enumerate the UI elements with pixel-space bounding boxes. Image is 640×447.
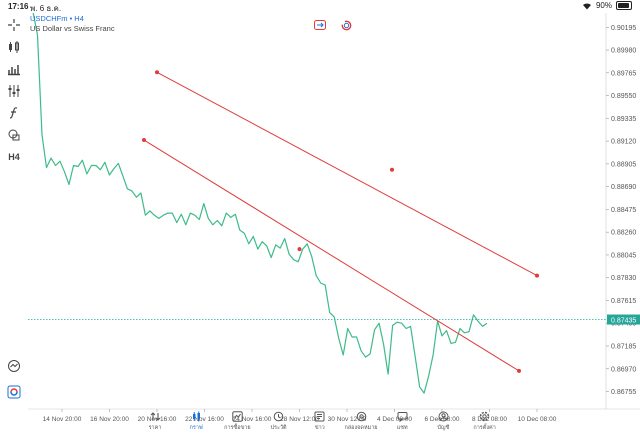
trade-chart-icon bbox=[215, 408, 259, 422]
tab-history[interactable]: ประวัติ bbox=[257, 408, 301, 432]
price-chart[interactable]: 0.90195 0.89980 0.89765 0.89550 0.89335 0.891… bbox=[28, 13, 640, 435]
history-icon bbox=[257, 408, 301, 422]
trendline-anchor bbox=[535, 273, 539, 278]
chart-top-buttons bbox=[314, 20, 352, 30]
battery-percent: 90% bbox=[595, 1, 612, 10]
refresh-icon[interactable] bbox=[340, 20, 352, 30]
left-toolbar: H4 bbox=[0, 13, 28, 435]
trendline-anchor bbox=[155, 70, 159, 75]
trendline bbox=[143, 139, 520, 372]
arrows-updown-icon bbox=[133, 408, 177, 422]
battery-icon bbox=[616, 1, 632, 10]
tab-label: แชท bbox=[396, 425, 408, 431]
tab-label: กราฟ bbox=[189, 425, 203, 431]
time-tick-label: 10 Dec 08:00 bbox=[518, 416, 557, 423]
price-tick-label: 0.86755 bbox=[611, 389, 636, 396]
trendline-anchor bbox=[517, 368, 521, 373]
switch-chart-icon[interactable] bbox=[314, 20, 326, 30]
candlestick-icon bbox=[174, 408, 218, 422]
status-right: 90% bbox=[582, 1, 632, 10]
settings-icon bbox=[463, 408, 507, 422]
news-icon bbox=[298, 408, 342, 422]
price-tick-label: 0.86970 bbox=[611, 366, 636, 373]
current-price-label: 0.87435 bbox=[611, 318, 636, 325]
tab-label: ราคา bbox=[148, 425, 162, 431]
tab-trade-chart[interactable]: การซื้อขาย bbox=[215, 408, 259, 432]
price-series-line bbox=[32, 13, 488, 394]
chat-icon bbox=[380, 408, 424, 422]
price-tick-label: 0.89765 bbox=[611, 70, 636, 77]
objects-icon[interactable] bbox=[6, 127, 22, 143]
wifi-icon bbox=[582, 2, 591, 10]
trade-signal-icon[interactable] bbox=[6, 358, 22, 374]
price-tick-label: 0.89335 bbox=[611, 116, 636, 123]
tab-mailbox[interactable]: กล่องจดหมาย bbox=[339, 408, 383, 432]
trendline-anchor bbox=[142, 138, 146, 143]
candlestick-icon[interactable] bbox=[6, 39, 22, 55]
symbol-name: USDCHFm • H4 bbox=[30, 14, 84, 23]
crosshair-icon[interactable] bbox=[6, 17, 22, 33]
mailbox-icon bbox=[339, 408, 383, 422]
tab-account[interactable]: บัญชี bbox=[421, 408, 465, 432]
status-bar: 17:16 พ. 6 ธ.ค. 90% bbox=[0, 0, 640, 13]
tab-news[interactable]: ข่าว bbox=[298, 408, 342, 432]
indicators-icon[interactable] bbox=[6, 83, 22, 99]
price-tick-label: 0.89550 bbox=[611, 93, 636, 100]
price-tick-label: 0.88475 bbox=[611, 207, 636, 214]
price-tick-label: 0.88690 bbox=[611, 184, 636, 191]
price-tick-label: 0.88260 bbox=[611, 230, 636, 237]
price-tick-label: 0.87830 bbox=[611, 275, 636, 282]
broker-logo-icon[interactable] bbox=[6, 384, 22, 400]
bottom-tab-bar: ราคา กราฟ การซื้อขาย ประวัติ ข่าว กล่องจดหมาย… bbox=[0, 411, 640, 447]
price-tick-label: 0.88045 bbox=[611, 252, 636, 259]
price-tick-label: 0.89980 bbox=[611, 48, 636, 55]
symbol-header: USDCHFm • H4 US Dollar vs Swiss Franc bbox=[30, 14, 115, 34]
trendline-anchor bbox=[297, 247, 302, 252]
tab-label: บัญชี bbox=[437, 425, 450, 431]
trendline bbox=[156, 71, 538, 277]
tab-arrows-updown[interactable]: ราคา bbox=[133, 408, 177, 432]
tab-label: ประวัติ bbox=[270, 425, 287, 431]
price-tick-label: 0.90195 bbox=[611, 25, 636, 32]
tab-label: ข่าว bbox=[314, 425, 325, 431]
symbol-description: US Dollar vs Swiss Franc bbox=[30, 24, 115, 33]
bar-chart-icon[interactable] bbox=[6, 61, 22, 77]
time-tick-label: 16 Nov 20:00 bbox=[90, 416, 129, 423]
account-icon bbox=[421, 408, 465, 422]
trendline-anchor bbox=[390, 167, 394, 172]
tab-label: การตั้งค่า bbox=[473, 425, 496, 431]
time-tick-label: 14 Nov 20:00 bbox=[43, 416, 82, 423]
price-tick-label: 0.87615 bbox=[611, 298, 636, 305]
price-tick-label: 0.89120 bbox=[611, 139, 636, 146]
tab-label: การซื้อขาย bbox=[224, 425, 251, 431]
function-icon[interactable] bbox=[6, 105, 22, 121]
tab-candlestick[interactable]: กราฟ bbox=[174, 408, 218, 432]
tab-chat[interactable]: แชท bbox=[380, 408, 424, 432]
timeframe-h4[interactable]: H4 bbox=[6, 149, 22, 165]
price-tick-label: 0.87185 bbox=[611, 344, 636, 351]
price-tick-label: 0.88905 bbox=[611, 161, 636, 168]
tab-label: กล่องจดหมาย bbox=[344, 425, 378, 431]
tab-settings[interactable]: การตั้งค่า bbox=[463, 408, 507, 432]
chart-area[interactable]: 0.90195 0.89980 0.89765 0.89550 0.89335 0.891… bbox=[28, 13, 640, 435]
status-time: 17:16 bbox=[8, 2, 29, 11]
